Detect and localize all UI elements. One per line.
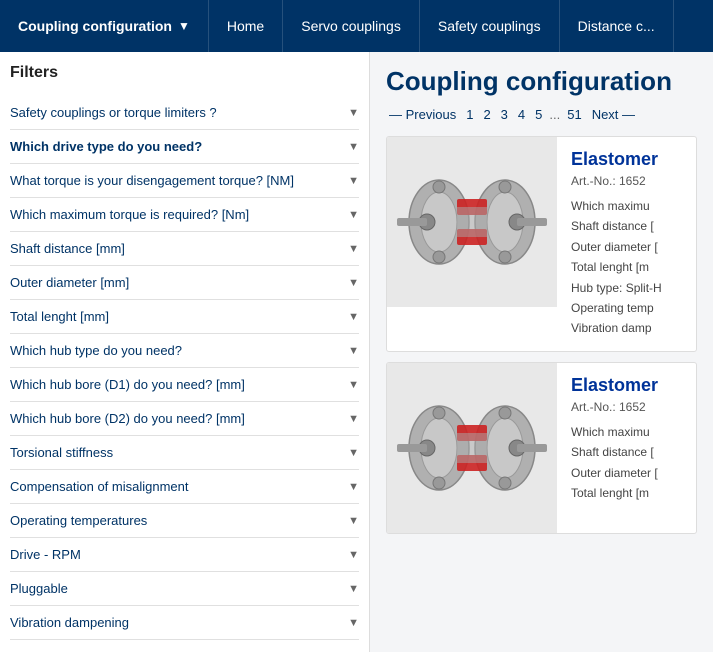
chevron-icon-15: ▼ xyxy=(348,617,359,629)
pagination-ellipsis: ... xyxy=(549,107,560,122)
filter-label-11: Compensation of misalignment xyxy=(10,479,188,494)
product-info-0: Elastomer Art.-No.: 1652 Which maximu Sh… xyxy=(557,137,696,351)
filter-item-1[interactable]: Which drive type do you need? ▼ xyxy=(10,130,359,164)
pagination-page-5[interactable]: 5 xyxy=(532,107,545,122)
chevron-icon-10: ▼ xyxy=(348,447,359,459)
filter-label-15: Vibration dampening xyxy=(10,615,129,630)
nav-label-home: Home xyxy=(227,18,264,34)
filter-label-2: What torque is your disengagement torque… xyxy=(10,173,294,188)
chevron-icon-9: ▼ xyxy=(348,413,359,425)
nav-label-distance: Distance c... xyxy=(578,18,655,34)
filter-label-7: Which hub type do you need? xyxy=(10,343,182,358)
chevron-icon-1: ▼ xyxy=(348,141,359,153)
pagination-page-1[interactable]: 1 xyxy=(463,107,476,122)
nav-label-servo: Servo couplings xyxy=(301,18,401,34)
spec-1-1: Shaft distance [ xyxy=(571,442,682,462)
product-card-0[interactable]: Elastomer Art.-No.: 1652 Which maximu Sh… xyxy=(386,136,697,352)
filter-item-6[interactable]: Total lenght [mm] ▼ xyxy=(10,300,359,334)
filter-label-4: Shaft distance [mm] xyxy=(10,241,125,256)
filter-label-5: Outer diameter [mm] xyxy=(10,275,129,290)
chevron-icon-3: ▼ xyxy=(348,209,359,221)
filter-label-6: Total lenght [mm] xyxy=(10,309,109,324)
product-name-0[interactable]: Elastomer xyxy=(571,149,682,170)
nav-item-safety[interactable]: Safety couplings xyxy=(420,0,560,52)
filter-item-13[interactable]: Drive - RPM ▼ xyxy=(10,538,359,572)
spec-0-4: Hub type: Split-H xyxy=(571,278,682,298)
pagination-page-4[interactable]: 4 xyxy=(515,107,528,122)
page-title: Coupling configuration xyxy=(386,66,697,97)
nav-item-home[interactable]: Home xyxy=(209,0,283,52)
main-layout: Filters Safety couplings or torque limit… xyxy=(0,52,713,652)
filter-label-1: Which drive type do you need? xyxy=(10,139,202,154)
filter-item-2[interactable]: What torque is your disengagement torque… xyxy=(10,164,359,198)
product-art-0: Art.-No.: 1652 xyxy=(571,174,682,188)
product-image-0 xyxy=(387,137,557,307)
nav-label-coupling-config: Coupling configuration xyxy=(18,18,172,34)
pagination: — Previous 1 2 3 4 5 ... 51 Next — xyxy=(386,107,697,122)
spec-0-6: Vibration damp xyxy=(571,318,682,338)
filter-label-13: Drive - RPM xyxy=(10,547,81,562)
pagination-page-2[interactable]: 2 xyxy=(480,107,493,122)
chevron-icon-7: ▼ xyxy=(348,345,359,357)
chevron-icon-13: ▼ xyxy=(348,549,359,561)
nav-item-coupling-config[interactable]: Coupling configuration ▼ xyxy=(0,0,209,52)
filter-label-3: Which maximum torque is required? [Nm] xyxy=(10,207,249,222)
product-specs-1: Which maximu Shaft distance [ Outer diam… xyxy=(571,422,682,504)
chevron-icon-12: ▼ xyxy=(348,515,359,527)
filter-item-9[interactable]: Which hub bore (D2) do you need? [mm] ▼ xyxy=(10,402,359,436)
filter-item-15[interactable]: Vibration dampening ▼ xyxy=(10,606,359,640)
filter-label-0: Safety couplings or torque limiters ? xyxy=(10,105,217,120)
nav-item-distance[interactable]: Distance c... xyxy=(560,0,674,52)
sidebar: Filters Safety couplings or torque limit… xyxy=(0,52,370,652)
chevron-icon-0: ▼ xyxy=(348,107,359,119)
pagination-next[interactable]: Next — xyxy=(589,107,638,122)
product-specs-0: Which maximu Shaft distance [ Outer diam… xyxy=(571,196,682,339)
filter-item-10[interactable]: Torsional stiffness ▼ xyxy=(10,436,359,470)
filter-label-10: Torsional stiffness xyxy=(10,445,113,460)
filter-item-7[interactable]: Which hub type do you need? ▼ xyxy=(10,334,359,368)
spec-0-5: Operating temp xyxy=(571,298,682,318)
filter-label-14: Pluggable xyxy=(10,581,68,596)
filter-label-8: Which hub bore (D1) do you need? [mm] xyxy=(10,377,245,392)
filter-label-9: Which hub bore (D2) do you need? [mm] xyxy=(10,411,245,426)
product-image-1 xyxy=(387,363,557,533)
filter-item-3[interactable]: Which maximum torque is required? [Nm] ▼ xyxy=(10,198,359,232)
chevron-icon-4: ▼ xyxy=(348,243,359,255)
filter-item-14[interactable]: Pluggable ▼ xyxy=(10,572,359,606)
spec-1-3: Total lenght [m xyxy=(571,483,682,503)
spec-0-2: Outer diameter [ xyxy=(571,237,682,257)
filter-item-4[interactable]: Shaft distance [mm] ▼ xyxy=(10,232,359,266)
filter-item-5[interactable]: Outer diameter [mm] ▼ xyxy=(10,266,359,300)
spec-1-0: Which maximu xyxy=(571,422,682,442)
navbar: Coupling configuration ▼ Home Servo coup… xyxy=(0,0,713,52)
filter-item-12[interactable]: Operating temperatures ▼ xyxy=(10,504,359,538)
spec-1-2: Outer diameter [ xyxy=(571,463,682,483)
product-info-1: Elastomer Art.-No.: 1652 Which maximu Sh… xyxy=(557,363,696,516)
product-art-1: Art.-No.: 1652 xyxy=(571,400,682,414)
product-name-1[interactable]: Elastomer xyxy=(571,375,682,396)
chevron-icon-8: ▼ xyxy=(348,379,359,391)
chevron-icon-11: ▼ xyxy=(348,481,359,493)
filter-item-0[interactable]: Safety couplings or torque limiters ? ▼ xyxy=(10,96,359,130)
filter-label-12: Operating temperatures xyxy=(10,513,147,528)
pagination-previous[interactable]: — Previous xyxy=(386,107,459,122)
nav-item-servo[interactable]: Servo couplings xyxy=(283,0,420,52)
filter-item-11[interactable]: Compensation of misalignment ▼ xyxy=(10,470,359,504)
chevron-icon-2: ▼ xyxy=(348,175,359,187)
pagination-last[interactable]: 51 xyxy=(564,107,584,122)
chevron-icon-6: ▼ xyxy=(348,311,359,323)
product-card-1[interactable]: Elastomer Art.-No.: 1652 Which maximu Sh… xyxy=(386,362,697,534)
nav-label-safety: Safety couplings xyxy=(438,18,541,34)
main-content: Coupling configuration — Previous 1 2 3 … xyxy=(370,52,713,652)
chevron-down-icon: ▼ xyxy=(178,19,190,33)
sidebar-title: Filters xyxy=(10,64,359,82)
pagination-page-3[interactable]: 3 xyxy=(498,107,511,122)
chevron-icon-5: ▼ xyxy=(348,277,359,289)
chevron-icon-14: ▼ xyxy=(348,583,359,595)
spec-0-1: Shaft distance [ xyxy=(571,216,682,236)
filter-item-8[interactable]: Which hub bore (D1) do you need? [mm] ▼ xyxy=(10,368,359,402)
spec-0-0: Which maximu xyxy=(571,196,682,216)
spec-0-3: Total lenght [m xyxy=(571,257,682,277)
